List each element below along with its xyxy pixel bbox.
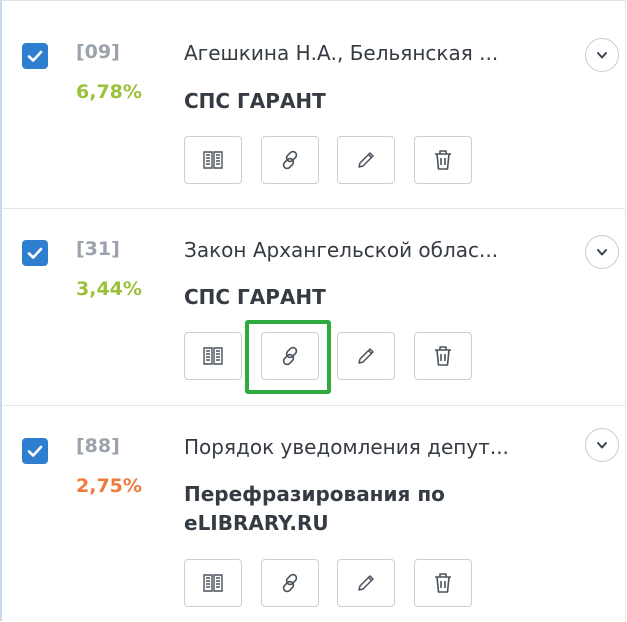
link-button[interactable] xyxy=(261,559,319,607)
pencil-icon xyxy=(358,152,374,168)
delete-button[interactable] xyxy=(414,559,472,607)
source-index: [31] xyxy=(76,238,120,260)
chevron-down-icon xyxy=(597,52,607,59)
checkmark-icon xyxy=(27,445,43,457)
link-button[interactable] xyxy=(261,332,319,380)
pencil-icon xyxy=(358,575,374,591)
source-item: [09] 6,78% Агешкина Н.А., Бельянская ...… xyxy=(2,1,625,209)
source-title[interactable]: Агешкина Н.А., Бельянская ... xyxy=(184,41,559,65)
link-icon xyxy=(282,573,298,593)
expand-button[interactable] xyxy=(585,235,619,269)
delete-button[interactable] xyxy=(414,332,472,380)
delete-button[interactable] xyxy=(414,136,472,184)
book-icon xyxy=(203,347,223,365)
source-index: [09] xyxy=(76,41,120,63)
chevron-down-icon xyxy=(597,442,607,449)
chevron-down-icon xyxy=(597,249,607,256)
book-icon xyxy=(203,574,223,592)
item-checkbox[interactable] xyxy=(22,43,48,69)
view-source-button[interactable] xyxy=(184,136,242,184)
trash-icon xyxy=(435,573,451,593)
source-name: Перефразирования по eLIBRARY.RU xyxy=(184,482,445,535)
expand-button[interactable] xyxy=(585,428,619,462)
source-title[interactable]: Закон Архангельской облас... xyxy=(184,238,559,262)
sources-panel: [09] 6,78% Агешкина Н.А., Бельянская ...… xyxy=(0,0,626,621)
match-percent: 3,44% xyxy=(76,278,142,300)
checkmark-icon xyxy=(27,247,43,259)
match-percent: 2,75% xyxy=(76,475,142,497)
view-source-button[interactable] xyxy=(184,332,242,380)
edit-button[interactable] xyxy=(337,332,395,380)
expand-button[interactable] xyxy=(585,38,619,72)
edit-button[interactable] xyxy=(337,136,395,184)
book-icon xyxy=(203,151,223,169)
source-item: [31] 3,44% Закон Архангельской облас... … xyxy=(2,208,625,406)
source-name: СПС ГАРАНТ xyxy=(184,285,326,309)
link-icon xyxy=(282,150,298,170)
pencil-icon xyxy=(358,348,374,364)
source-item: [88] 2,75% Порядок уведомления депут... … xyxy=(2,405,625,622)
item-checkbox[interactable] xyxy=(22,438,48,464)
item-checkbox[interactable] xyxy=(22,240,48,266)
source-name: СПС ГАРАНТ xyxy=(184,89,326,113)
checkmark-icon xyxy=(27,50,43,62)
trash-icon xyxy=(435,346,451,366)
link-icon xyxy=(282,346,298,366)
source-index: [88] xyxy=(76,435,120,457)
link-button[interactable] xyxy=(261,136,319,184)
source-title[interactable]: Порядок уведомления депут... xyxy=(184,435,559,459)
trash-icon xyxy=(435,150,451,170)
edit-button[interactable] xyxy=(337,559,395,607)
match-percent: 6,78% xyxy=(76,81,142,103)
view-source-button[interactable] xyxy=(184,559,242,607)
